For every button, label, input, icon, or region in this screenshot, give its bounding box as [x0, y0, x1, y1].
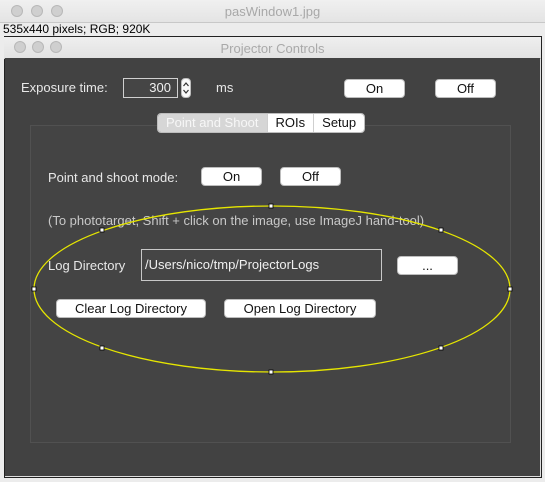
- roi-handle[interactable]: [268, 369, 274, 375]
- roi-handle[interactable]: [31, 286, 37, 292]
- roi-handles[interactable]: [31, 203, 513, 375]
- roi-overlay: [31, 203, 513, 375]
- roi-handle[interactable]: [99, 345, 105, 351]
- roi-handle[interactable]: [438, 227, 444, 233]
- roi-handle[interactable]: [507, 286, 513, 292]
- roi-handle[interactable]: [438, 345, 444, 351]
- roi-handle[interactable]: [99, 227, 105, 233]
- roi-handle[interactable]: [268, 203, 274, 209]
